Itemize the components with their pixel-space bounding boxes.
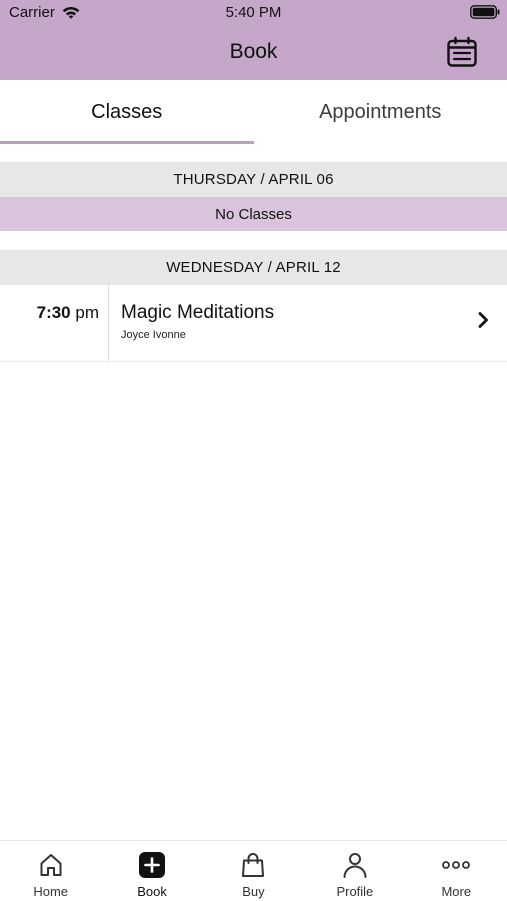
- no-classes-message: No Classes: [0, 197, 507, 231]
- more-icon: [441, 850, 471, 880]
- app-header: Carrier 5:40 PM Book: [0, 0, 507, 80]
- status-time: 5:40 PM: [0, 4, 507, 21]
- plus-icon: [137, 850, 167, 880]
- shopping-bag-icon: [238, 850, 268, 880]
- nav-label-home: Home: [0, 884, 101, 899]
- person-icon: [340, 850, 370, 880]
- calendar-icon: [446, 36, 478, 68]
- tab-classes[interactable]: Classes: [0, 80, 254, 144]
- battery-icon: [470, 5, 500, 19]
- nav-item-profile[interactable]: Profile: [304, 841, 405, 901]
- home-icon: [36, 850, 66, 880]
- tab-bar: Classes Appointments: [0, 80, 507, 144]
- active-tab-indicator: [0, 141, 254, 144]
- day-section-wednesday: WEDNESDAY / APRIL 12 7:30 pm Magic Medit…: [0, 250, 507, 362]
- nav-item-book[interactable]: Book: [101, 841, 202, 901]
- nav-label-book: Book: [101, 884, 202, 899]
- class-row[interactable]: 7:30 pm Magic Meditations Joyce Ivonne: [0, 285, 507, 362]
- day-section-thursday: THURSDAY / APRIL 06 No Classes: [0, 162, 507, 231]
- tab-classes-label: Classes: [91, 101, 162, 124]
- class-info: Magic Meditations Joyce Ivonne: [109, 285, 507, 361]
- nav-item-buy[interactable]: Buy: [203, 841, 304, 901]
- nav-label-more: More: [406, 884, 507, 899]
- nav-label-buy: Buy: [203, 884, 304, 899]
- nav-label-profile: Profile: [304, 884, 405, 899]
- chevron-right-icon: [476, 311, 490, 329]
- day-header: THURSDAY / APRIL 06: [0, 162, 507, 197]
- page-title: Book: [0, 40, 507, 64]
- class-time-hour: 7:30: [37, 303, 71, 322]
- bottom-nav: Home Book Buy Profile: [0, 840, 507, 901]
- nav-item-home[interactable]: Home: [0, 841, 101, 901]
- class-time: 7:30 pm: [0, 285, 109, 361]
- tab-appointments[interactable]: Appointments: [254, 80, 507, 144]
- class-name: Magic Meditations: [121, 302, 274, 324]
- calendar-button[interactable]: [445, 35, 479, 69]
- nav-item-more[interactable]: More: [406, 841, 507, 901]
- status-bar: Carrier 5:40 PM: [0, 0, 507, 26]
- class-time-period: pm: [75, 303, 99, 322]
- tab-appointments-label: Appointments: [319, 101, 441, 124]
- class-instructor: Joyce Ivonne: [121, 329, 186, 341]
- day-header: WEDNESDAY / APRIL 12: [0, 250, 507, 285]
